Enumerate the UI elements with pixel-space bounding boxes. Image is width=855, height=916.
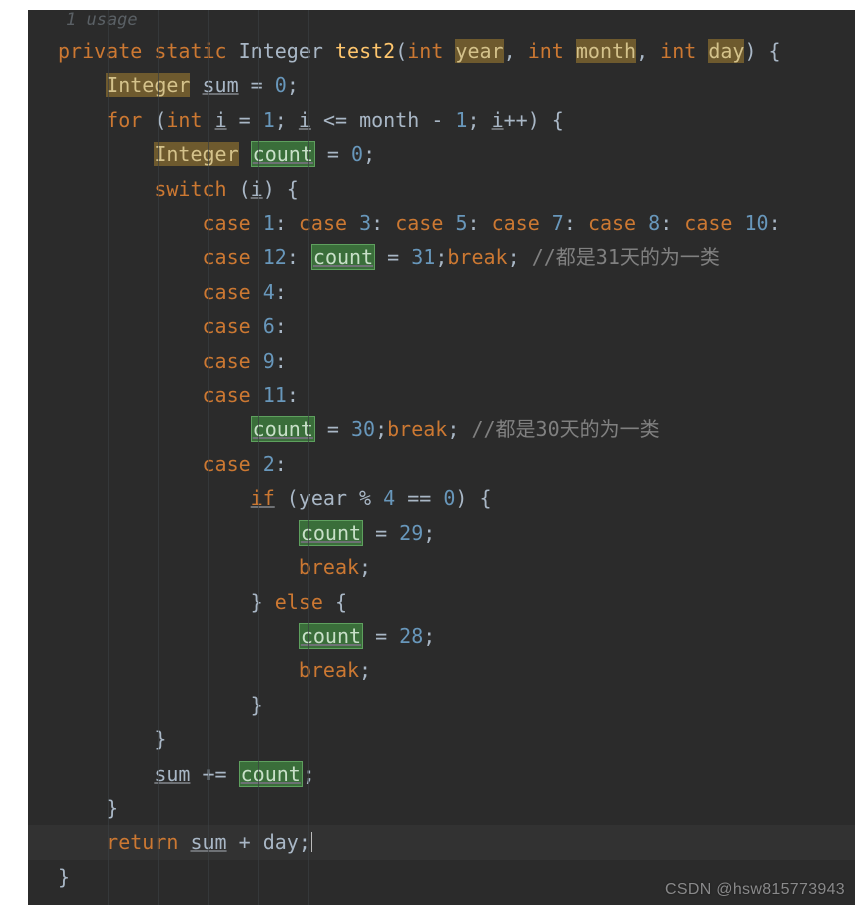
code-line: } else { bbox=[28, 585, 855, 619]
code-line: Integer count = 0; bbox=[28, 137, 855, 171]
code-line: count = 28; bbox=[28, 619, 855, 653]
code-line: switch (i) { bbox=[28, 172, 855, 206]
code-line: } bbox=[28, 791, 855, 825]
code-line: return sum + day; bbox=[28, 825, 855, 859]
code-line: if (year % 4 == 0) { bbox=[28, 481, 855, 515]
usage-hint: 1 usage bbox=[28, 10, 855, 30]
code-line: break; bbox=[28, 550, 855, 584]
code-editor: 1 usage private static Integer test2(int… bbox=[28, 10, 855, 905]
code-line: count = 30;break; //都是30天的为一类 bbox=[28, 412, 855, 446]
code-line: case 4: bbox=[28, 275, 855, 309]
code-line: } bbox=[28, 860, 855, 894]
code-line: case 6: bbox=[28, 309, 855, 343]
code-line: break; bbox=[28, 653, 855, 687]
code-line: case 2: bbox=[28, 447, 855, 481]
code-line: Integer sum = 0; bbox=[28, 68, 855, 102]
code-line: } bbox=[28, 722, 855, 756]
text-caret bbox=[311, 830, 312, 854]
code-line: case 11: bbox=[28, 378, 855, 412]
code-line: for (int i = 1; i <= month - 1; i++) { bbox=[28, 103, 855, 137]
code-line: case 12: count = 31;break; //都是31天的为一类 bbox=[28, 240, 855, 274]
code-line: private static Integer test2(int year, i… bbox=[28, 34, 855, 68]
code-line: case 9: bbox=[28, 344, 855, 378]
code-line: } bbox=[28, 688, 855, 722]
code-line: sum += count; bbox=[28, 757, 855, 791]
code-line: count = 29; bbox=[28, 516, 855, 550]
code-line: case 1: case 3: case 5: case 7: case 8: … bbox=[28, 206, 855, 240]
